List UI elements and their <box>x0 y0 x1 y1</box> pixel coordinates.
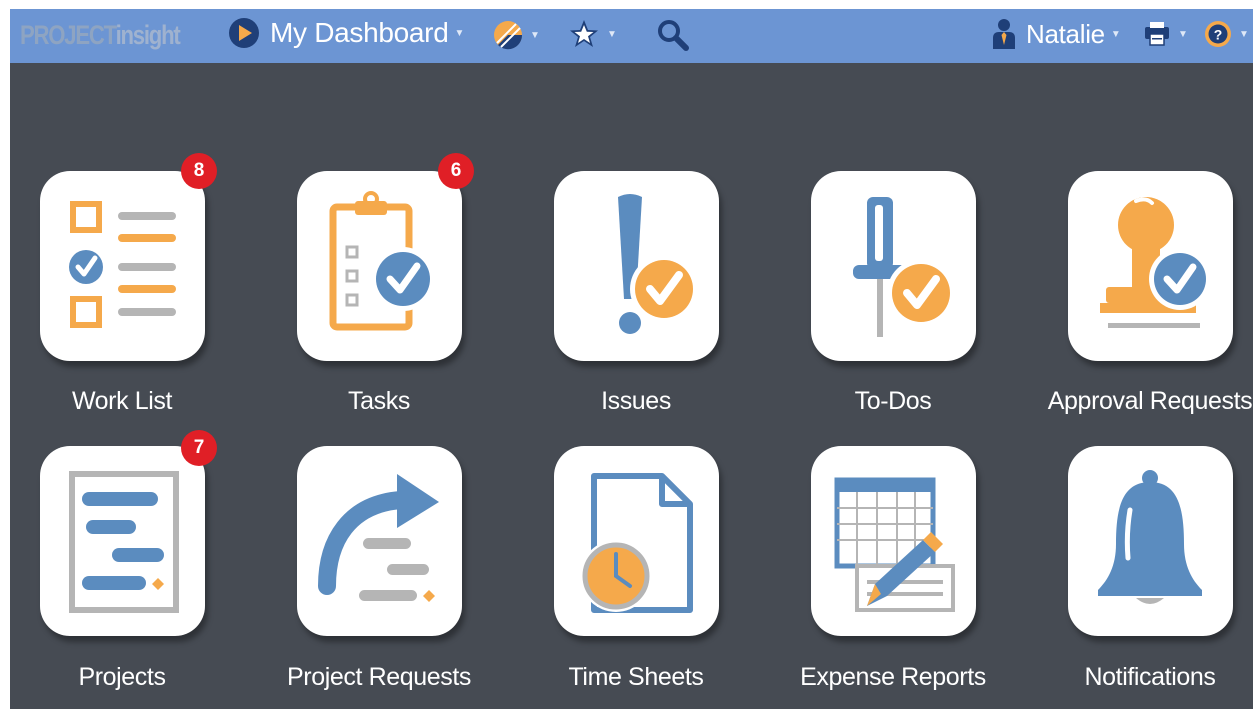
star-icon <box>570 20 598 47</box>
chevron-down-icon: ▼ <box>1110 28 1121 40</box>
print-menu[interactable]: ▼ <box>1142 19 1188 49</box>
logo-insight-text: insight <box>115 20 181 50</box>
gantt-chart-icon <box>69 471 179 613</box>
notifications-label: Notifications <box>1084 663 1216 691</box>
projects-count-badge: 7 <box>181 430 217 466</box>
exclamation-check-icon <box>618 194 698 334</box>
search-icon <box>658 20 689 51</box>
logo-project-text: PROJECT <box>20 20 117 50</box>
approval-requests-label: Approval Requests <box>1047 387 1253 415</box>
projectinsight-logo[interactable]: PROJECTinsight <box>20 20 181 51</box>
notifications-tile[interactable] <box>1068 446 1233 636</box>
user-name: Natalie <box>1026 18 1105 49</box>
tasks-count-badge: 6 <box>438 153 474 189</box>
approval-requests-tile[interactable] <box>1068 171 1233 361</box>
work-list-label: Work List <box>71 387 173 415</box>
work-list-icon <box>69 201 176 328</box>
pushpin-check-icon <box>853 197 955 337</box>
expense-reports-tile[interactable] <box>811 446 976 636</box>
chevron-down-icon: ▼ <box>1178 28 1188 40</box>
bell-icon <box>1098 470 1202 604</box>
work-list-count-badge: 8 <box>181 153 217 189</box>
my-dashboard-menu[interactable]: My Dashboard ▼ <box>228 17 464 49</box>
tasks-tile[interactable] <box>297 171 462 361</box>
help-menu[interactable]: ? ▼ <box>1203 19 1249 49</box>
time-sheets-tile[interactable] <box>554 446 719 636</box>
tasks-label: Tasks <box>348 387 410 415</box>
to-dos-tile[interactable] <box>811 171 976 361</box>
chevron-down-icon: ▼ <box>454 27 465 39</box>
top-navigation-bar: PROJECTinsight My Dashboard ▼ ▼ ▼ Natali… <box>10 9 1253 63</box>
forward-arrow-icon <box>318 474 439 602</box>
time-sheets-label: Time Sheets <box>568 663 704 691</box>
search-button[interactable] <box>655 17 691 53</box>
chevron-down-icon: ▼ <box>607 28 617 40</box>
play-circle-icon <box>229 18 259 48</box>
printer-icon <box>1145 22 1169 46</box>
projects-label: Projects <box>78 663 166 691</box>
project-requests-label: Project Requests <box>287 663 471 691</box>
user-menu[interactable]: Natalie ▼ <box>990 17 1121 51</box>
app-frame: PROJECTinsight My Dashboard ▼ ▼ ▼ Natali… <box>10 9 1253 709</box>
reports-menu[interactable]: ▼ <box>492 19 540 51</box>
project-requests-tile[interactable] <box>297 446 462 636</box>
clipboard-check-icon <box>329 191 435 331</box>
expense-report-icon <box>834 477 955 612</box>
to-dos-label: To-Dos <box>854 387 932 415</box>
stamp-check-icon <box>1100 197 1211 328</box>
issues-label: Issues <box>601 387 671 415</box>
svg-text:?: ? <box>1214 27 1223 43</box>
my-dashboard-label: My Dashboard <box>270 17 449 48</box>
help-icon: ? <box>1205 21 1231 47</box>
issues-tile[interactable] <box>554 171 719 361</box>
chevron-down-icon: ▼ <box>530 29 540 41</box>
expense-reports-label: Expense Reports <box>800 663 986 691</box>
user-icon <box>993 19 1015 49</box>
timesheet-clock-icon <box>580 473 693 613</box>
projects-tile[interactable] <box>40 446 205 636</box>
work-list-tile[interactable] <box>40 171 205 361</box>
pie-chart-icon <box>494 21 523 50</box>
favorites-menu[interactable]: ▼ <box>567 17 617 51</box>
chevron-down-icon: ▼ <box>1239 28 1249 40</box>
